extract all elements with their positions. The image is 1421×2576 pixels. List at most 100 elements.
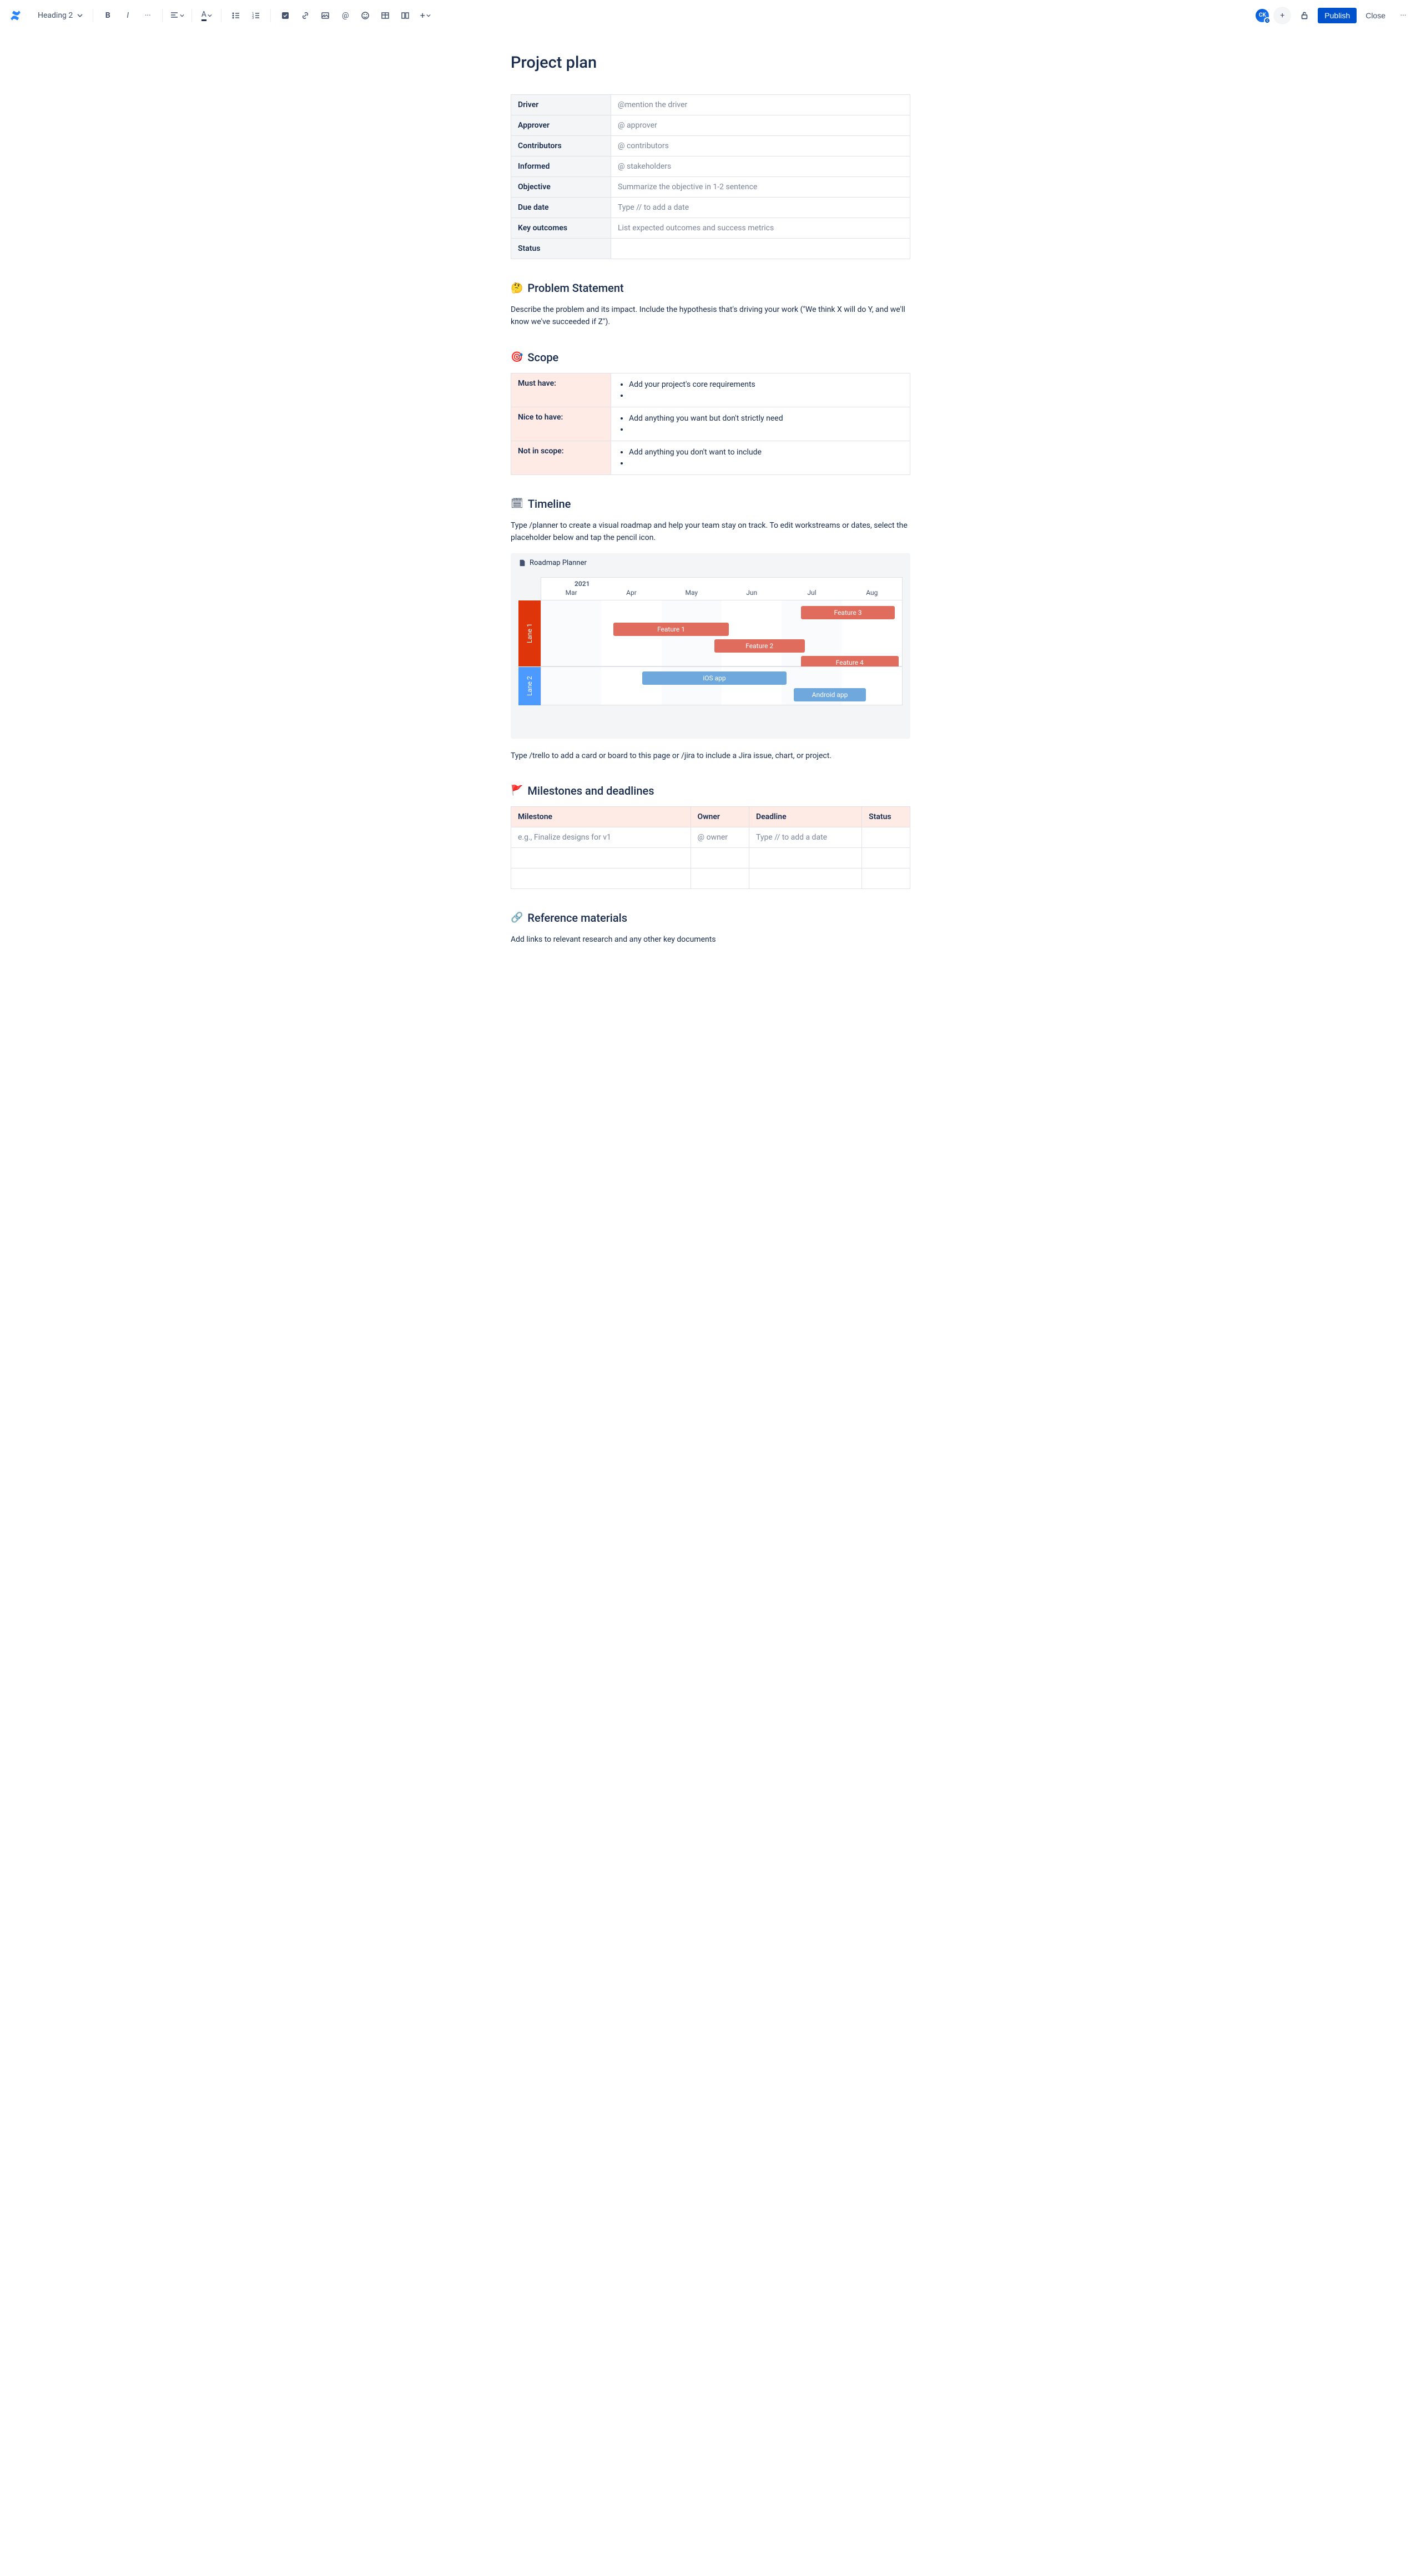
col-milestone[interactable]: Milestone <box>511 806 691 827</box>
unlocked-icon <box>1299 11 1309 21</box>
scope-value[interactable]: Add your project's core requirements <box>611 373 910 407</box>
cell[interactable] <box>511 868 691 888</box>
invite-button[interactable]: + <box>1273 7 1291 24</box>
gantt-bar[interactable]: Android app <box>794 688 866 701</box>
meta-label[interactable]: Informed <box>511 156 611 177</box>
gantt-bar[interactable]: Feature 2 <box>714 639 805 653</box>
problem-heading[interactable]: 🤔 Problem Statement <box>511 281 910 295</box>
close-button[interactable]: Close <box>1361 8 1390 23</box>
meta-label[interactable]: Status <box>511 239 611 259</box>
milestones-table[interactable]: Milestone Owner Deadline Status e.g., Fi… <box>511 806 910 889</box>
month-label: Jul <box>782 588 841 600</box>
cell[interactable] <box>511 847 691 868</box>
list-item[interactable]: Add anything you want but don't strictly… <box>629 413 903 424</box>
meta-value[interactable]: @mention the driver <box>611 95 910 115</box>
bullet-list-icon <box>231 11 240 20</box>
image-button[interactable] <box>316 7 334 24</box>
list-item[interactable]: Add anything you don't want to include <box>629 447 903 458</box>
meta-value[interactable]: Summarize the objective in 1-2 sentence <box>611 177 910 198</box>
image-icon <box>321 11 330 20</box>
numbered-list-button[interactable]: 123 <box>247 7 265 24</box>
layouts-icon <box>401 11 410 20</box>
svg-text:3: 3 <box>252 16 254 20</box>
text-style-dropdown[interactable]: Heading 2 <box>33 9 87 22</box>
reference-body[interactable]: Add links to relevant research and any o… <box>511 933 910 946</box>
roadmap-header: Roadmap Planner <box>511 553 910 573</box>
col-status[interactable]: Status <box>862 806 910 827</box>
gantt-bar[interactable]: Feature 1 <box>613 623 729 636</box>
col-deadline[interactable]: Deadline <box>749 806 861 827</box>
list-item[interactable] <box>629 458 903 469</box>
reference-heading[interactable]: 🔗 Reference materials <box>511 911 910 925</box>
col-owner[interactable]: Owner <box>691 806 749 827</box>
meta-label[interactable]: Contributors <box>511 136 611 156</box>
cell[interactable] <box>862 868 910 888</box>
meta-table[interactable]: Driver@mention the driver Approver@ appr… <box>511 94 910 259</box>
cell[interactable]: e.g., Finalize designs for v1 <box>511 827 691 847</box>
cell[interactable] <box>749 847 861 868</box>
table-row: Not in scope: Add anything you don't want… <box>511 441 910 474</box>
timeline-heading[interactable]: 🗓 Timeline <box>511 497 910 511</box>
meta-value[interactable]: @ approver <box>611 115 910 136</box>
scope-label[interactable]: Nice to have: <box>511 407 611 441</box>
list-item[interactable]: Add your project's core requirements <box>629 379 903 390</box>
restrictions-button[interactable] <box>1296 7 1313 24</box>
timeline-outro[interactable]: Type /trello to add a card or board to t… <box>511 750 910 762</box>
scope-label[interactable]: Must have: <box>511 373 611 407</box>
meta-value[interactable]: Type // to add a date <box>611 198 910 218</box>
bullet-list-button[interactable] <box>227 7 245 24</box>
page-content[interactable]: Project plan Driver@mention the driver A… <box>500 31 921 977</box>
list-item[interactable] <box>629 390 903 401</box>
bold-button[interactable]: B <box>99 7 117 24</box>
meta-label[interactable]: Key outcomes <box>511 218 611 239</box>
scope-value[interactable]: Add anything you don't want to include <box>611 441 910 474</box>
meta-value[interactable]: List expected outcomes and success metri… <box>611 218 910 239</box>
cell[interactable] <box>749 868 861 888</box>
cell[interactable] <box>862 847 910 868</box>
month-label: Aug <box>842 588 902 600</box>
roadmap-planner[interactable]: Roadmap Planner 2021 Mar Apr May Jun Jul… <box>511 553 910 739</box>
layouts-button[interactable] <box>396 7 414 24</box>
gantt-bar[interactable]: iOS app <box>642 671 787 685</box>
meta-label[interactable]: Due date <box>511 198 611 218</box>
cell[interactable]: @ owner <box>691 827 749 847</box>
more-actions-button[interactable]: ··· <box>1394 7 1412 24</box>
confluence-logo[interactable] <box>9 9 22 22</box>
cell[interactable]: Type // to add a date <box>749 827 861 847</box>
table-button[interactable] <box>376 7 394 24</box>
text-color-button[interactable]: A <box>198 7 215 24</box>
month-label: Jun <box>722 588 782 600</box>
scope-label[interactable]: Not in scope: <box>511 441 611 474</box>
scope-value[interactable]: Add anything you want but don't strictly… <box>611 407 910 441</box>
insert-button[interactable]: + <box>416 7 434 24</box>
meta-label[interactable]: Approver <box>511 115 611 136</box>
scope-heading[interactable]: 🎯 Scope <box>511 351 910 364</box>
action-item-button[interactable] <box>276 7 294 24</box>
meta-label[interactable]: Driver <box>511 95 611 115</box>
cell[interactable] <box>691 868 749 888</box>
user-avatar[interactable]: CK c <box>1256 9 1269 22</box>
milestones-heading[interactable]: 🚩 Milestones and deadlines <box>511 784 910 797</box>
meta-value[interactable]: @ stakeholders <box>611 156 910 177</box>
scope-table[interactable]: Must have: Add your project's core requir… <box>511 373 910 475</box>
page-title[interactable]: Project plan <box>511 53 910 72</box>
italic-button[interactable]: I <box>119 7 137 24</box>
cell[interactable] <box>862 827 910 847</box>
gantt-bar[interactable]: Feature 3 <box>801 606 895 619</box>
meta-label[interactable]: Objective <box>511 177 611 198</box>
document-icon <box>518 559 526 567</box>
meta-value[interactable] <box>611 239 910 259</box>
link-button[interactable] <box>296 7 314 24</box>
mention-button[interactable]: @ <box>336 7 354 24</box>
emoji-button[interactable] <box>356 7 374 24</box>
timeline-intro[interactable]: Type /planner to create a visual roadmap… <box>511 519 910 544</box>
alignment-button[interactable] <box>168 7 186 24</box>
meta-value[interactable]: @ contributors <box>611 136 910 156</box>
problem-body[interactable]: Describe the problem and its impact. Inc… <box>511 304 910 329</box>
emoji-icon <box>361 11 370 20</box>
list-item[interactable] <box>629 424 903 435</box>
heading-text: Milestones and deadlines <box>527 784 654 797</box>
publish-button[interactable]: Publish <box>1318 8 1357 23</box>
cell[interactable] <box>691 847 749 868</box>
more-formatting-button[interactable]: ··· <box>139 7 157 24</box>
